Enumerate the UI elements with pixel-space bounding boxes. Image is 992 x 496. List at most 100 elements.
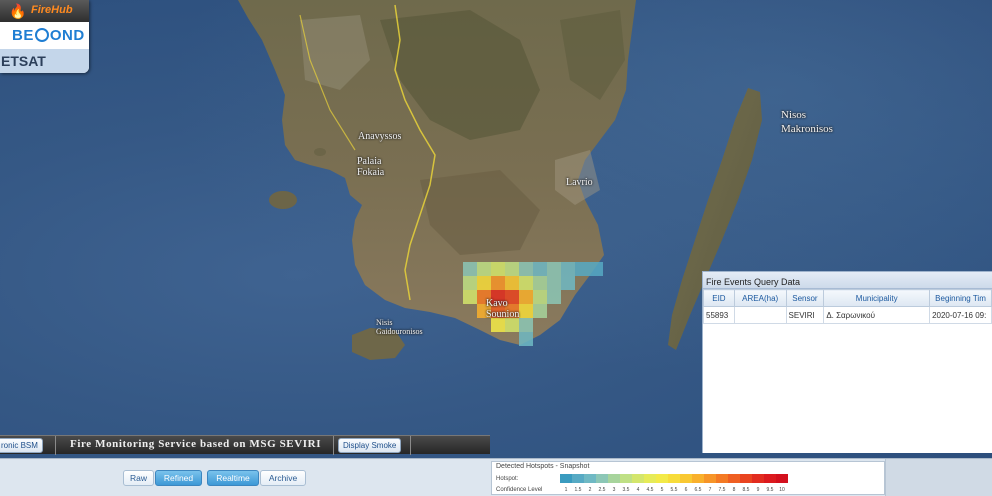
legend-tick-label: 1.5 — [574, 487, 582, 493]
satellite-map[interactable]: Anavyssos Palaia Fokaia Lavrio Nisos Mak… — [0, 0, 992, 458]
legend-color-bar — [560, 474, 788, 483]
cell-eid: 55893 — [703, 306, 735, 324]
legend-tick-label: 7.5 — [718, 487, 726, 493]
legend-tick-label: 7 — [708, 487, 712, 493]
bsm-button[interactable]: ronic BSM — [0, 438, 43, 453]
legend-title: Detected Hotspots - Snapshot — [496, 463, 590, 470]
column-header-eid[interactable]: EID — [703, 289, 735, 307]
legend-tick-label: 4.5 — [646, 487, 654, 493]
firehub-logo-text: FireHub — [31, 4, 73, 16]
bar-divider — [333, 436, 334, 455]
hotspot-cell — [533, 304, 547, 318]
legend-swatch — [728, 474, 740, 483]
hotspot-cell — [505, 318, 519, 332]
legend-swatch — [572, 474, 584, 483]
hotspot-cell — [575, 262, 589, 276]
column-header-area[interactable]: AREA(ha) — [733, 289, 787, 307]
legend-tick-label: 3.5 — [622, 487, 630, 493]
place-nisis-gaidouronisos: Nisis Gaidouronisos — [376, 318, 423, 336]
legend-tick-label: 2.5 — [598, 487, 606, 493]
place-anavyssos: Anavyssos — [358, 131, 402, 142]
column-header-beginning-time[interactable]: Beginning Tim — [929, 289, 992, 307]
hotspot-cell — [505, 276, 519, 290]
flame-icon: 🔥 — [9, 3, 27, 19]
legend-swatch — [560, 474, 572, 483]
hotspot-cell — [533, 262, 547, 276]
legend-confidence-label: Confidence Level — [496, 487, 543, 493]
legend-swatch — [692, 474, 704, 483]
archive-toggle[interactable]: Archive — [260, 470, 306, 486]
display-smoke-button[interactable]: Display Smoke — [338, 438, 402, 453]
column-header-sensor[interactable]: Sensor — [785, 289, 825, 307]
service-title: Fire Monitoring Service based on MSG SEV… — [70, 438, 322, 450]
legend-swatch — [608, 474, 620, 483]
cell-municipality: Δ. Σαρωνικού — [823, 306, 931, 324]
realtime-toggle[interactable]: Realtime — [207, 470, 259, 486]
legend-tick-label: 2 — [588, 487, 592, 493]
raw-toggle[interactable]: Raw — [123, 470, 154, 486]
noa-logo-bar: ETSAT — [0, 49, 89, 73]
hotspot-cell — [561, 276, 575, 290]
globe-icon — [34, 28, 49, 42]
fire-events-title: Fire Events Query Data — [703, 272, 992, 289]
legend-swatch — [716, 474, 728, 483]
legend-ticks: 1 1.5 2 2.5 3 3.5 4 4.5 5 5.5 6 6.5 7 7.5 8 8.5 9 9.5 10 — [560, 487, 788, 493]
legend-tick-label: 9 — [756, 487, 760, 493]
legend-swatch — [584, 474, 596, 483]
legend-swatch — [752, 474, 764, 483]
table-row[interactable]: 55893 SEVIRI Δ. Σαρωνικού 2020-07-16 09: — [703, 306, 992, 324]
app-logo[interactable]: 🔥 FireHub BE OND ETSAT — [0, 0, 89, 73]
legend-tick-label: 9.5 — [766, 487, 774, 493]
legend-swatch — [680, 474, 692, 483]
legend-swatch — [704, 474, 716, 483]
legend-swatch — [596, 474, 608, 483]
legend-tick-label: 5 — [660, 487, 664, 493]
hotspot-cell — [505, 262, 519, 276]
hotspot-cell — [519, 290, 533, 304]
hotspot-cell — [491, 276, 505, 290]
legend-swatch — [776, 474, 788, 483]
legend-tick-label: 4 — [636, 487, 640, 493]
column-header-municipality[interactable]: Municipality — [823, 289, 931, 307]
bar-divider — [55, 436, 56, 455]
legend-swatch — [668, 474, 680, 483]
hotspot-cell — [519, 262, 533, 276]
bar-divider — [410, 436, 411, 455]
firehub-logo-bar: 🔥 FireHub — [0, 0, 89, 22]
legend-tick-label: 5.5 — [670, 487, 678, 493]
hotspot-cell — [547, 276, 561, 290]
service-title-bar: ronic BSM Fire Monitoring Service based … — [0, 435, 490, 455]
legend-swatch — [764, 474, 776, 483]
hotspot-cell — [477, 276, 491, 290]
hotspot-cell — [463, 290, 477, 304]
hotspot-cell — [491, 318, 505, 332]
hotspot-cell — [491, 262, 505, 276]
hotspot-cell — [533, 290, 547, 304]
cell-sensor: SEVIRI — [785, 306, 825, 324]
hotspot-cell — [463, 276, 477, 290]
legend-swatch — [656, 474, 668, 483]
noa-logo-text: ETSAT — [1, 53, 46, 69]
legend-tick-label: 6 — [684, 487, 688, 493]
hotspot-cell — [561, 262, 575, 276]
hotspot-cell — [589, 262, 603, 276]
refined-toggle[interactable]: Refined — [155, 470, 202, 486]
place-palaia-fokaia: Palaia Fokaia — [357, 156, 385, 178]
hotspot-cell — [533, 276, 547, 290]
hotspot-cell — [463, 262, 477, 276]
beyond-logo: BE OND — [12, 27, 85, 44]
hotspot-cell — [547, 262, 561, 276]
legend-swatch — [644, 474, 656, 483]
hotspot-cell — [519, 276, 533, 290]
legend-tick-label: 6.5 — [694, 487, 702, 493]
hotspot-legend: Detected Hotspots - Snapshot Hotspot: Co… — [491, 461, 885, 495]
place-lavrio: Lavrio — [566, 177, 593, 188]
hotspot-cell — [519, 332, 533, 346]
legend-swatch — [620, 474, 632, 483]
fire-events-panel[interactable]: Fire Events Query Data EID AREA(ha) Sens… — [702, 271, 992, 453]
legend-swatch — [632, 474, 644, 483]
legend-swatch — [740, 474, 752, 483]
cell-area — [733, 306, 787, 324]
legend-tick-label: 8.5 — [742, 487, 750, 493]
bottom-controls: Raw Refined Realtime Archive Detected Ho… — [0, 458, 992, 496]
